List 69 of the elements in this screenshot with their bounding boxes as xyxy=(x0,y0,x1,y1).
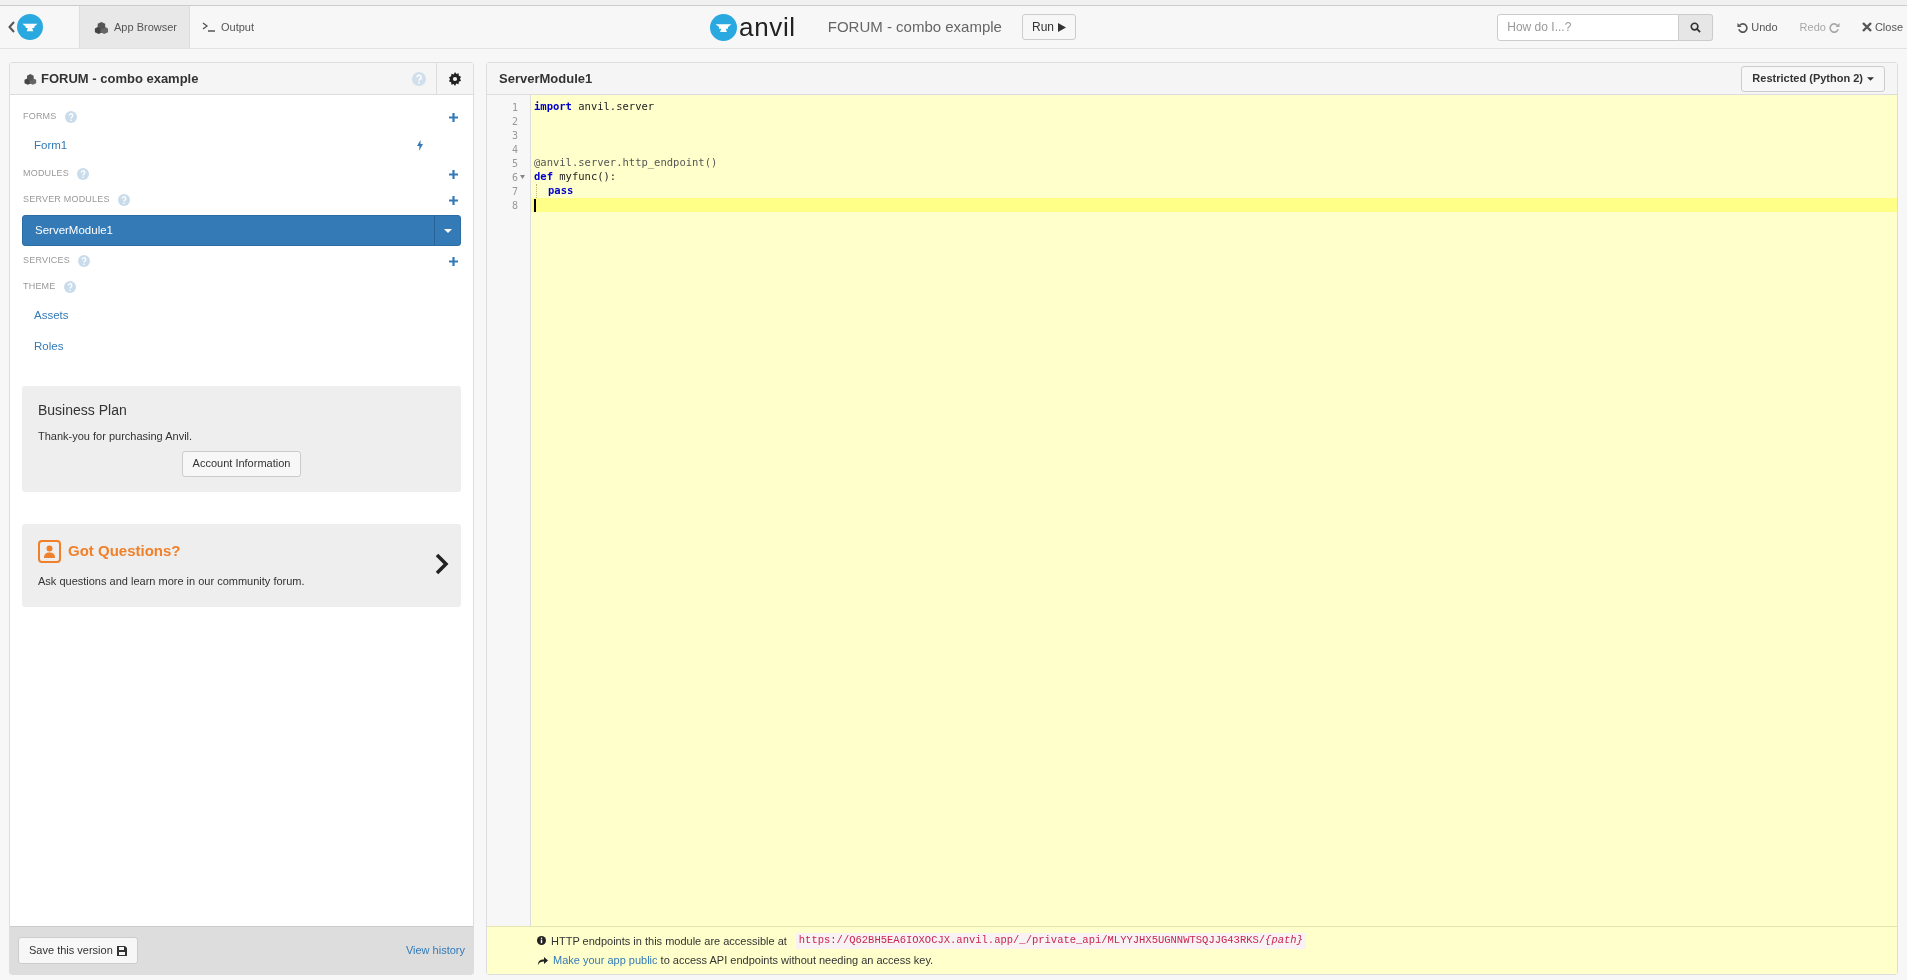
chevron-right-icon xyxy=(435,553,449,576)
line-number: 4 xyxy=(511,142,518,157)
line-number: 7 xyxy=(511,184,518,199)
python-version-dropdown[interactable]: Restricted (Python 2) xyxy=(1741,65,1885,92)
search-button[interactable] xyxy=(1679,13,1714,41)
sidebar-item[interactable]: Roles xyxy=(22,331,461,362)
save-button[interactable]: Save this version xyxy=(18,937,138,964)
gear-icon xyxy=(448,71,462,86)
add-icon[interactable] xyxy=(449,169,458,179)
public-access-text: Make your app public to access API endpoints without needing an access key. xyxy=(553,953,934,968)
tab[interactable]: Output xyxy=(190,6,266,48)
logo-text: anvil xyxy=(739,14,796,40)
section-label: MODULES xyxy=(23,167,69,181)
share-arrow-icon xyxy=(537,955,548,965)
add-icon[interactable] xyxy=(449,195,458,205)
section-label: SERVER MODULES xyxy=(23,193,110,207)
anvil-logo-icon xyxy=(17,14,43,40)
code-line: @anvil.server.http_endpoint() xyxy=(534,155,718,171)
line-number: 3 xyxy=(511,128,518,143)
code-editor[interactable]: 1 2 3 4 5 6 7 8 import anvil.server @anvil.server.http_endpoint() def myfunc(): pass xyxy=(487,95,1897,926)
undo-button[interactable]: Undo xyxy=(1737,18,1778,36)
card-text: Thank-you for purchasing Anvil. xyxy=(38,429,194,444)
make-public-link[interactable]: Make your app public xyxy=(553,954,658,966)
caret-icon xyxy=(1867,76,1874,81)
line-number: 8 xyxy=(511,198,518,213)
code-line: def myfunc(): xyxy=(534,169,617,185)
module-title: ServerModule1 xyxy=(499,69,593,88)
terminal-icon xyxy=(202,22,216,32)
questions-card[interactable]: Got Questions? Ask questions and learn more in our community forum. xyxy=(22,523,461,607)
code-line: pass xyxy=(548,183,574,199)
sidebar-item[interactable]: Form1 xyxy=(22,130,461,161)
line-number: 1 xyxy=(511,100,518,115)
sidebar-item[interactable]: Assets xyxy=(22,300,461,331)
line-number: 2 xyxy=(511,114,518,129)
anvil-logo-icon xyxy=(710,13,737,41)
run-button[interactable]: Run xyxy=(1021,14,1076,40)
add-icon[interactable] xyxy=(449,256,458,266)
cubes-icon xyxy=(22,71,37,86)
close-button[interactable]: Close xyxy=(1861,18,1903,36)
text-cursor xyxy=(534,198,536,212)
section-label: SERVICES xyxy=(23,254,70,268)
card-title: Business Plan xyxy=(38,401,128,420)
card-text: Ask questions and learn more in our community forum. xyxy=(38,573,306,589)
sidebar-item[interactable]: ServerModule1 xyxy=(22,215,461,246)
code-line: import anvil.server xyxy=(534,99,655,115)
cubes-icon xyxy=(92,19,109,35)
search-field[interactable]: How do I...? xyxy=(1497,13,1680,41)
add-icon[interactable] xyxy=(449,112,458,122)
close-icon xyxy=(1861,22,1872,32)
line-number: 6 xyxy=(511,170,518,185)
info-icon xyxy=(537,936,546,946)
card-title: Got Questions? xyxy=(68,540,181,561)
history-link[interactable]: View history xyxy=(405,942,465,959)
endpoint-url: https://Q62BH5EA6IOXOCJX.anvil.app/_/private_api/MLYYJHX5UGNNWTSQJJG43RKS/{path} xyxy=(795,932,1306,949)
app-title: FORUM - combo example xyxy=(827,16,1002,37)
undo-icon xyxy=(1737,21,1749,33)
redo-icon xyxy=(1828,21,1840,33)
search-icon xyxy=(1690,21,1702,33)
chevron-left-icon xyxy=(8,21,16,33)
caret-icon xyxy=(443,228,452,233)
tab[interactable]: App Browser xyxy=(79,6,190,48)
person-icon xyxy=(38,539,61,563)
line-number: 5 xyxy=(511,156,518,171)
account-button[interactable]: Account Information xyxy=(181,450,302,477)
endpoint-text: HTTP endpoints in this module are accessible at xyxy=(551,933,787,949)
section-label: FORMS xyxy=(23,110,57,124)
app-name: FORUM - combo example xyxy=(41,69,199,88)
play-icon xyxy=(1058,22,1066,32)
section-label: THEME xyxy=(23,280,56,294)
